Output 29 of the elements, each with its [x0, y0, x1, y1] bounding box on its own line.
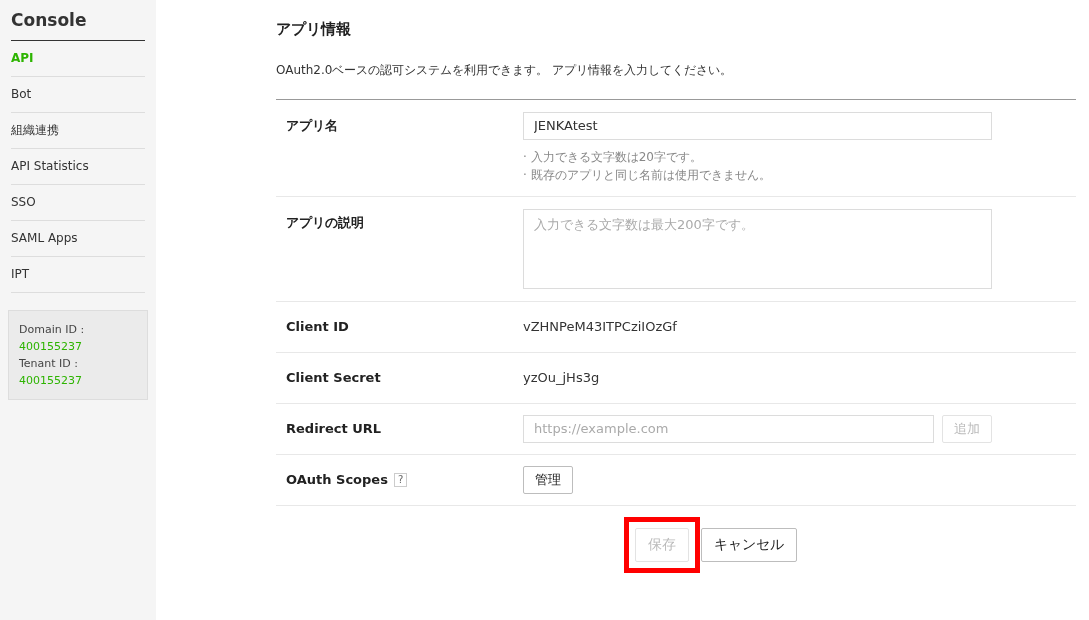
button[interactable]: キャンセル: [701, 527, 797, 562]
nav-item[interactable]: 組織連携: [11, 112, 145, 149]
field-label: アプリの説明: [286, 213, 364, 232]
field-label: Redirect URL: [286, 419, 382, 438]
value-text: vZHNPeM43ITPCziIOzGf: [523, 317, 677, 336]
help-icon[interactable]: ?: [393, 472, 408, 487]
hint-text: · 入力できる文字数は20字です。: [523, 148, 703, 166]
info-label: Tenant ID :: [19, 355, 80, 372]
info-value: 400155237: [19, 338, 83, 355]
button[interactable]: 管理: [523, 465, 573, 494]
field-label: Client ID: [286, 317, 349, 336]
field-label: OAuth Scopes: [286, 470, 388, 489]
info-label: Domain ID :: [19, 321, 86, 338]
info-value: 400155237: [19, 372, 83, 389]
url-field[interactable]: https://example.com: [523, 414, 934, 443]
description-field[interactable]: 入力できる文字数は最大200字です。: [523, 208, 992, 289]
nav-item[interactable]: SAML Apps: [11, 220, 145, 257]
nav-item[interactable]: API Statistics: [11, 148, 145, 185]
description-text: OAuth2.0ベースの認可システムを利用できます。 アプリ情報を入力してください。: [276, 61, 734, 79]
nav-item[interactable]: Bot: [11, 76, 145, 113]
field-label: アプリ名: [286, 116, 338, 135]
value-text: yzOu_jHs3g: [523, 368, 600, 387]
sidebar-title: Console: [11, 8, 145, 41]
field-label: Client Secret: [286, 368, 381, 387]
hint-text: · 既存のアプリと同じ名前は使用できません。: [523, 166, 772, 184]
app-name-field[interactable]: JENKAtest: [523, 111, 992, 140]
nav-item[interactable]: SSO: [11, 184, 145, 221]
nav-item[interactable]: IPT: [11, 256, 145, 293]
page-heading: アプリ情報: [276, 19, 352, 40]
